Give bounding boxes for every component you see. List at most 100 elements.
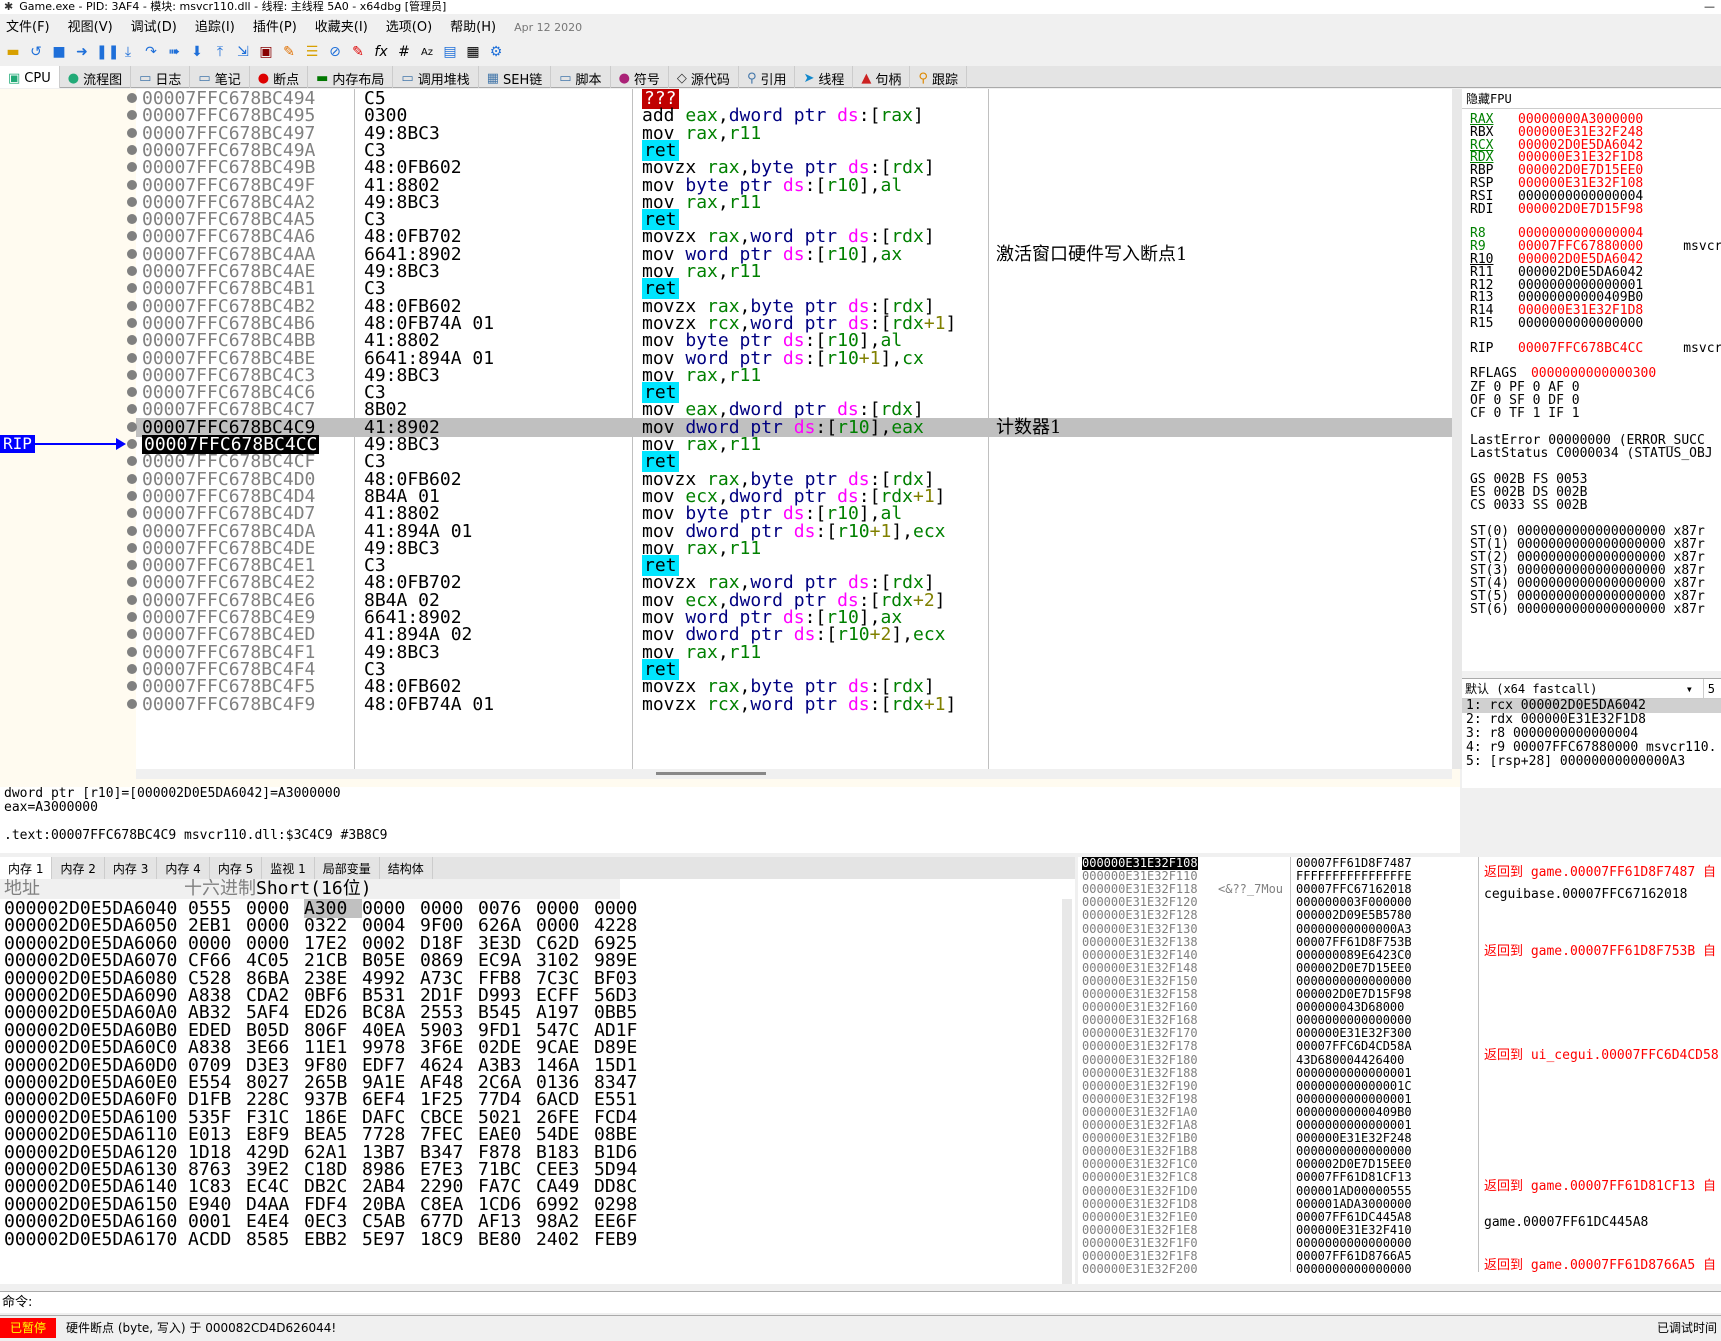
hide-fpu-toggle[interactable]: 隐藏FPU — [1462, 89, 1721, 109]
step-into-icon[interactable]: ⤓ — [119, 44, 137, 60]
breakpoint-dot[interactable] — [127, 646, 137, 657]
trace-into-icon[interactable]: ➠ — [165, 44, 183, 60]
disasm-row[interactable]: 00007FFC678BC4BE 6641:894A 01 mov word ptr… — [136, 349, 1452, 368]
patch-icon[interactable]: ✎ — [280, 44, 298, 60]
menu-item[interactable]: 文件(F) — [6, 20, 50, 35]
dump-scrollbar[interactable] — [1062, 899, 1072, 1284]
dump-tab[interactable]: 内存 5 — [210, 857, 263, 879]
open-icon[interactable]: ▬ — [4, 44, 22, 60]
breakpoint-dot[interactable] — [127, 421, 137, 432]
tab-references[interactable]: ⚲ 引用 — [739, 66, 796, 88]
breakpoint-dot[interactable] — [127, 698, 137, 709]
breakpoint-dot[interactable] — [127, 525, 137, 536]
registers-panel[interactable]: 隐藏FPU RAX 00000000A3000000 RBX 000000E31E32… — [1462, 89, 1721, 671]
call-convention-select[interactable]: 默认 (x64 fastcall) ▾ 5 — [1462, 679, 1721, 699]
breakpoint-dot[interactable] — [127, 179, 137, 190]
disasm-row[interactable]: 00007FFC678BC49F 41:8802 mov byte ptr ds:[… — [136, 176, 1452, 195]
trace-over-icon[interactable]: ⬇ — [188, 44, 206, 60]
scylla-icon[interactable]: ▣ — [257, 44, 275, 60]
labels-icon[interactable]: ⊘ — [326, 44, 344, 60]
memory-dump[interactable]: 地址 十六进制Short(16位) 000002D0E5DA6040 0555 000… — [0, 879, 1075, 1284]
restart-icon[interactable]: ↺ — [27, 44, 45, 60]
menu-item[interactable]: 视图(V) — [68, 20, 113, 35]
disasm-row[interactable]: 00007FFC678BC4F9 48:0FB74A 01 movzx rcx,wo… — [136, 695, 1452, 714]
register-rip[interactable]: RIP 00007FFC678BC4CC msvcr — [1470, 341, 1721, 356]
menu-item[interactable]: 选项(O) — [386, 20, 432, 35]
breakpoint-dot[interactable] — [127, 317, 137, 328]
disasm-hscrollbar[interactable] — [136, 769, 1452, 779]
disasm-scrollbar[interactable] — [1452, 89, 1462, 769]
breakpoint-dot[interactable] — [127, 248, 137, 259]
menu-item[interactable]: 收藏夹(I) — [315, 20, 368, 35]
tab-call-stack[interactable]: ▭ 调用堆栈 — [393, 66, 479, 88]
breakpoint-dot[interactable] — [127, 196, 137, 207]
font-icon[interactable]: Az — [418, 47, 436, 58]
breakpoint-dot[interactable] — [127, 490, 137, 501]
comments-icon[interactable]: ☰ — [303, 44, 321, 60]
breakpoint-dot[interactable] — [127, 612, 137, 622]
tab-notes[interactable]: ▭ 笔记 — [190, 66, 250, 88]
register-rdi[interactable]: RDI 000002D0E7D15F98 — [1470, 202, 1683, 217]
pause-icon[interactable]: ❚❚ — [96, 44, 119, 60]
disasm-row[interactable]: 00007FFC678BC4C3 49:8BC3 mov rax,r11 — [136, 366, 1452, 385]
disasm-row[interactable]: 00007FFC678BC4F1 49:8BC3 mov rax,r11 — [136, 643, 1452, 662]
breakpoint-dot[interactable] — [127, 352, 137, 363]
disasm-row[interactable]: 00007FFC678BC4DE 49:8BC3 mov rax,r11 — [136, 539, 1452, 558]
run-icon[interactable]: ➜ — [73, 44, 91, 60]
tab-seh[interactable]: ▦ SEH链 — [479, 66, 552, 88]
breakpoint-dot[interactable] — [127, 127, 137, 138]
breakpoint-dot[interactable] — [127, 266, 137, 276]
tab-cpu[interactable]: ▣ CPU — [0, 66, 60, 88]
tab-graph[interactable]: ● 流程图 — [60, 66, 132, 88]
menu-item[interactable]: 帮助(H) — [450, 20, 496, 35]
tab-threads[interactable]: ➤ 线程 — [795, 66, 854, 88]
command-input[interactable] — [36, 1294, 1716, 1312]
tab-symbols[interactable]: ● 符号 — [611, 66, 669, 88]
save-icon[interactable]: ▤ — [441, 44, 459, 60]
menu-item[interactable]: 调试(D) — [131, 20, 177, 35]
disasm-row[interactable]: 00007FFC678BC4ED 41:894A 02 mov dword ptr … — [136, 625, 1452, 644]
breakpoint-dot[interactable] — [127, 663, 137, 674]
hash-icon[interactable]: # — [395, 44, 413, 60]
disassembly[interactable]: 00007FFC678BC494 C5??? 00007FFC678BC495 030… — [136, 89, 1452, 769]
arg-count-spinner[interactable]: 5 — [1702, 679, 1715, 699]
minimize-button[interactable]: — — [1704, 0, 1715, 14]
dump-tab[interactable]: 结构体 — [380, 857, 433, 879]
bookmarks-icon[interactable]: ✎ — [349, 44, 367, 60]
tab-memory-map[interactable]: ▬ 内存布局 — [308, 66, 394, 88]
menu-item[interactable]: 插件(P) — [253, 20, 297, 35]
dump-tab[interactable]: 内存 1 — [0, 857, 53, 879]
tab-breakpoint[interactable]: ● 断点 — [250, 66, 309, 88]
disasm-row[interactable]: 00007FFC678BC4AE 49:8BC3 mov rax,r11 — [136, 262, 1452, 281]
tab-trace[interactable]: ⚲ 跟踪 — [910, 66, 967, 88]
tab-handles[interactable]: ▲ 句柄 — [853, 66, 911, 88]
run-to-user-code-icon[interactable]: ⇲ — [234, 44, 252, 60]
settings-icon[interactable]: ⚙ — [487, 44, 505, 60]
breakpoint-dot[interactable] — [127, 369, 137, 380]
dump-tab[interactable]: 内存 4 — [157, 857, 210, 879]
register-r15[interactable]: R15 0000000000000000 — [1470, 317, 1683, 331]
step-over-icon[interactable]: ↷ — [142, 44, 160, 60]
breakpoint-dot[interactable] — [127, 300, 137, 311]
functions-icon[interactable]: fx — [372, 44, 390, 60]
menu-item[interactable]: 追踪(I) — [195, 20, 235, 35]
calculator-icon[interactable]: ▦ — [464, 44, 482, 60]
breakpoint-dot[interactable] — [127, 594, 137, 605]
disasm-row[interactable]: 00007FFC678BC4A2 49:8BC3 mov rax,r11 — [136, 193, 1452, 212]
disasm-row[interactable]: 00007FFC678BC497 49:8BC3 mov rax,r11 — [136, 124, 1452, 143]
tab-source[interactable]: ◇ 源代码 — [669, 66, 739, 88]
dump-tab[interactable]: 局部变量 — [315, 857, 380, 879]
disasm-row[interactable]: 00007FFC678BC495 0300 add eax,dword ptr ds… — [136, 106, 1452, 125]
breakpoint-dot[interactable] — [127, 144, 137, 155]
breakpoint-dot[interactable] — [127, 473, 137, 484]
dump-tab[interactable]: 监视 1 — [262, 857, 315, 879]
breakpoint-dot[interactable] — [127, 439, 137, 449]
disasm-row[interactable]: 00007FFC678BC4AA 6641:8902 mov word ptr ds… — [136, 245, 1452, 264]
disasm-row[interactable]: 00007FFC678BC4DA 41:894A 01 mov dword ptr … — [136, 522, 1452, 541]
dump-tab[interactable]: 内存 3 — [105, 857, 158, 879]
stop-icon[interactable]: ■ — [50, 44, 68, 60]
dump-row[interactable]: 000002D0E5DA6170 ACDD 8585 EBB2 5E97 18C9 BE80… — [4, 1230, 652, 1249]
dump-tab[interactable]: 内存 2 — [52, 857, 105, 879]
breakpoint-dot[interactable] — [127, 542, 137, 553]
disasm-row[interactable]: 00007FFC678BC4CC 49:8BC3 mov rax,r11 — [136, 435, 1452, 454]
